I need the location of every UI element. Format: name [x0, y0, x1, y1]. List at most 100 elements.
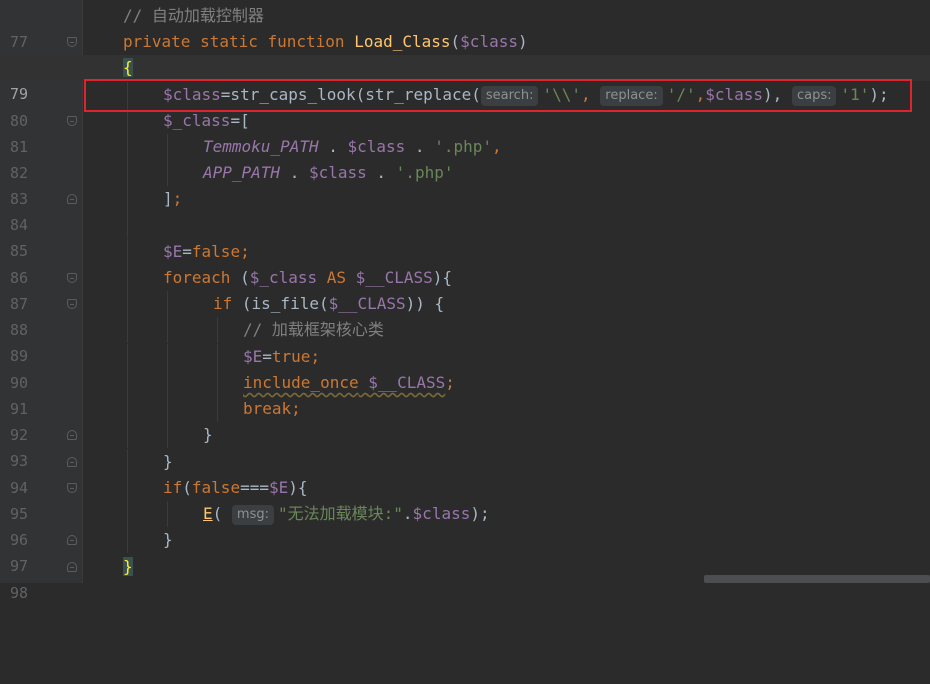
code-text: ),	[763, 85, 783, 104]
line-content: }	[163, 449, 173, 475]
code-text: }	[163, 530, 173, 549]
indent-guide	[127, 239, 128, 265]
line-number: 98	[9, 584, 28, 602]
fold-marker-icon[interactable]	[67, 299, 77, 309]
keyword: AS	[317, 268, 356, 287]
line-content: break;	[243, 396, 301, 422]
code-text: (	[230, 268, 250, 287]
line-content: if (is_file($__CLASS)) {	[213, 291, 444, 317]
param-hint-search: search:	[480, 86, 539, 106]
fold-marker-icon[interactable]	[67, 37, 77, 47]
indent-guide	[127, 422, 128, 448]
indent-guide	[217, 317, 218, 343]
matched-brace: {	[123, 58, 133, 77]
comment: // 自动加载控制器	[123, 6, 264, 25]
semicolon: ;	[291, 399, 301, 418]
keyword: false	[191, 242, 241, 261]
line-content: // 加载框架核心类	[243, 317, 384, 343]
comment: // 加载框架核心类	[243, 320, 384, 339]
comma: ,	[695, 85, 706, 104]
indent-guide	[127, 212, 128, 238]
indent-guide	[127, 449, 128, 475]
indent-guide	[127, 82, 128, 108]
fold-marker-icon[interactable]	[67, 194, 77, 204]
indent-guide	[217, 344, 218, 370]
code-line-94[interactable]: 94 }	[0, 449, 930, 497]
code-line-89[interactable]: 89 // 加载框架核心类	[0, 317, 930, 365]
line-content: {	[123, 55, 133, 81]
code-line-97[interactable]: 97 }	[0, 527, 930, 575]
indent-guide	[127, 370, 128, 396]
semicolon: ;	[310, 347, 321, 366]
code-text: );	[869, 85, 889, 104]
fold-marker-icon[interactable]	[67, 116, 77, 126]
function-name: Load_Class	[354, 32, 451, 51]
code-line-86[interactable]: 86 $E=false;	[0, 239, 930, 287]
code-line-88[interactable]: 88 if (is_file($__CLASS)) {	[0, 291, 930, 339]
variable: $__CLASS	[368, 373, 446, 392]
keyword: true	[271, 347, 311, 366]
indent-guide	[127, 527, 128, 553]
code-line-96[interactable]: 96 E( msg: "无法加载模块:".$class);	[0, 501, 930, 549]
fold-marker-icon[interactable]	[67, 535, 77, 545]
indent-guide	[167, 501, 168, 527]
line-content: E( msg: "无法加载模块:".$class);	[203, 501, 490, 527]
code-line-87[interactable]: 87 foreach ($_class AS $__CLASS){	[0, 265, 930, 313]
line-content: }	[203, 422, 213, 448]
line-content: foreach ($_class AS $__CLASS){	[163, 265, 452, 291]
variable: $_class	[163, 111, 231, 130]
keyword: include_once	[243, 373, 359, 392]
code-text: =str_caps_look(str_replace(	[220, 85, 481, 104]
fold-marker-icon[interactable]	[67, 430, 77, 440]
fold-marker-icon[interactable]	[67, 483, 77, 493]
code-line-79[interactable]: 79 {	[0, 55, 930, 103]
fold-marker-icon[interactable]	[67, 273, 77, 283]
code-line-83[interactable]: 83 APP_PATH . $class . '.php'	[0, 160, 930, 208]
code-text: );	[470, 504, 490, 523]
line-content: include_once $__CLASS;	[243, 370, 455, 396]
matched-brace: }	[123, 557, 133, 576]
param-hint-msg: msg:	[231, 505, 274, 525]
comma: ,	[581, 85, 591, 104]
param-hint-replace: replace:	[600, 86, 663, 106]
code-text: =[	[230, 111, 250, 130]
paren: )	[517, 32, 528, 51]
indent-guide	[217, 396, 218, 422]
semicolon: ;	[445, 373, 455, 392]
line-content: APP_PATH . $class . '.php'	[203, 160, 453, 186]
code-line-84[interactable]: 84 ];	[0, 186, 930, 234]
code-line-91[interactable]: 91 include_once $__CLASS;	[0, 370, 930, 418]
code-line-85[interactable]: 85	[0, 212, 930, 260]
string: "无法加载模块:"	[278, 504, 403, 523]
indent-guide	[167, 344, 168, 370]
indent-guide	[167, 291, 168, 317]
line-content: $class =str_caps_look(str_replace(search:…	[163, 82, 889, 108]
indent-guide	[217, 370, 218, 396]
code-line-80[interactable]: 80 $class=str_caps_look(str_replace(sear…	[0, 82, 930, 130]
code-text: ]	[163, 189, 173, 208]
indent-guide	[167, 396, 168, 422]
code-line-92[interactable]: 92 break;	[0, 396, 930, 444]
string: '.php'	[395, 163, 454, 182]
function-name: E	[203, 504, 213, 523]
code-line-82[interactable]: 82 Temmoku_PATH . $class . '.php',	[0, 134, 930, 182]
horizontal-scrollbar[interactable]	[704, 575, 930, 583]
code-line-81[interactable]: 81 $_class=[	[0, 108, 930, 156]
indent-guide	[167, 134, 168, 160]
string: '1'	[840, 85, 870, 104]
line-content: }	[123, 554, 133, 580]
fold-marker-icon[interactable]	[67, 562, 77, 572]
code-line-95[interactable]: 95 if(false===$E){	[0, 475, 930, 523]
keyword: false	[191, 478, 241, 497]
variable: $class	[412, 504, 471, 523]
line-content: // 自动加载控制器	[123, 3, 264, 29]
code-line-90[interactable]: 90 $E=true;	[0, 344, 930, 392]
code-line-78[interactable]: 78 private static function Load_Class($c…	[0, 29, 930, 77]
code-text: }	[163, 452, 173, 471]
variable: $class	[705, 85, 764, 104]
code-line-93[interactable]: 93 }	[0, 422, 930, 470]
code-text: (is_file(	[232, 294, 329, 313]
code-editor[interactable]: 77 // 自动加载控制器 78 private static function…	[0, 0, 930, 602]
fold-marker-icon[interactable]	[67, 457, 77, 467]
code-line-77[interactable]: 77 // 自动加载控制器	[0, 3, 930, 51]
